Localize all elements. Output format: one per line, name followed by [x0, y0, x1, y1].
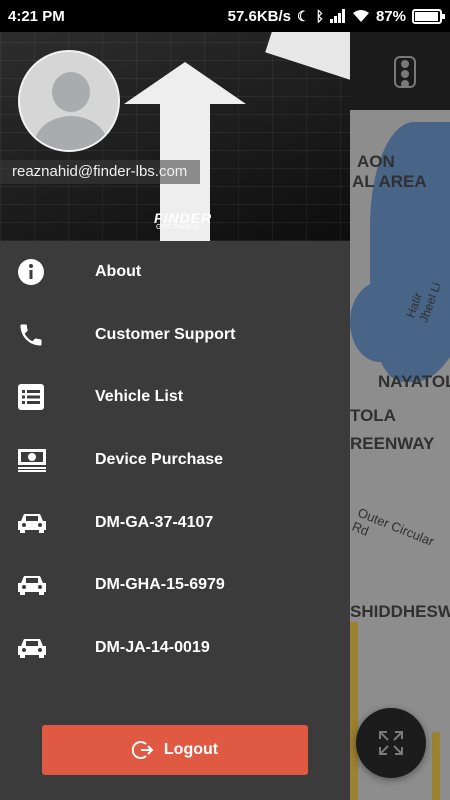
- status-bar: 4:21 PM 57.6KB/s ☾ ᛒ 87%: [0, 0, 450, 32]
- battery-percent: 87%: [375, 7, 406, 25]
- menu-label: DM-GHA-15-6979: [95, 576, 225, 594]
- menu-label: Device Purchase: [95, 451, 224, 469]
- avatar[interactable]: [18, 50, 120, 152]
- menu-item-vehicle-2[interactable]: DM-GHA-15-6979: [0, 554, 350, 617]
- logout-icon: [131, 741, 154, 759]
- battery-icon: [412, 8, 445, 24]
- drawer-header: reaznahid@finder-lbs.com FINDER GPS Trac…: [0, 32, 350, 241]
- menu-item-device-purchase[interactable]: Device Purchase: [0, 429, 350, 492]
- avatar-head: [52, 72, 90, 112]
- list-icon: [0, 383, 95, 411]
- finder-logo: FINDER GPS Tracking: [154, 210, 212, 231]
- menu-item-vehicle-1[interactable]: DM-GA-37-4107: [0, 491, 350, 554]
- logout-button[interactable]: Logout: [42, 725, 308, 775]
- navigation-drawer: reaznahid@finder-lbs.com FINDER GPS Trac…: [0, 32, 350, 800]
- menu-item-vehicle-3[interactable]: DM-JA-14-0019: [0, 617, 350, 680]
- info-icon: [0, 258, 95, 286]
- menu-label: Vehicle List: [95, 388, 184, 406]
- phone-icon: [0, 321, 95, 349]
- signal-icon: [329, 9, 345, 23]
- network-speed: 57.6KB/s: [227, 7, 291, 25]
- wifi-icon: [352, 10, 369, 22]
- car-icon: [0, 512, 95, 534]
- status-indicators: 57.6KB/s ☾ ᛒ 87%: [227, 7, 445, 25]
- drawer-menu: About Customer Support Vehicle List Devi…: [0, 241, 350, 679]
- menu-label: About: [95, 263, 142, 281]
- menu-label: Customer Support: [95, 325, 236, 343]
- avatar-body: [34, 116, 108, 150]
- battery-fill: [415, 11, 438, 21]
- road-stripe: [265, 32, 350, 90]
- menu-label: DM-GA-37-4107: [95, 513, 214, 531]
- money-icon: [0, 447, 95, 473]
- car-icon: [0, 574, 95, 596]
- status-time: 4:21 PM: [8, 7, 65, 25]
- car-icon: [0, 637, 95, 659]
- bluetooth-icon: ᛒ: [315, 8, 324, 24]
- logout-label: Logout: [163, 741, 219, 758]
- user-email: reaznahid@finder-lbs.com: [0, 160, 200, 184]
- moon-icon: ☾: [297, 7, 310, 24]
- menu-item-about[interactable]: About: [0, 241, 350, 304]
- menu-item-customer-support[interactable]: Customer Support: [0, 304, 350, 367]
- menu-label: DM-JA-14-0019: [95, 638, 210, 656]
- menu-item-vehicle-list[interactable]: Vehicle List: [0, 366, 350, 429]
